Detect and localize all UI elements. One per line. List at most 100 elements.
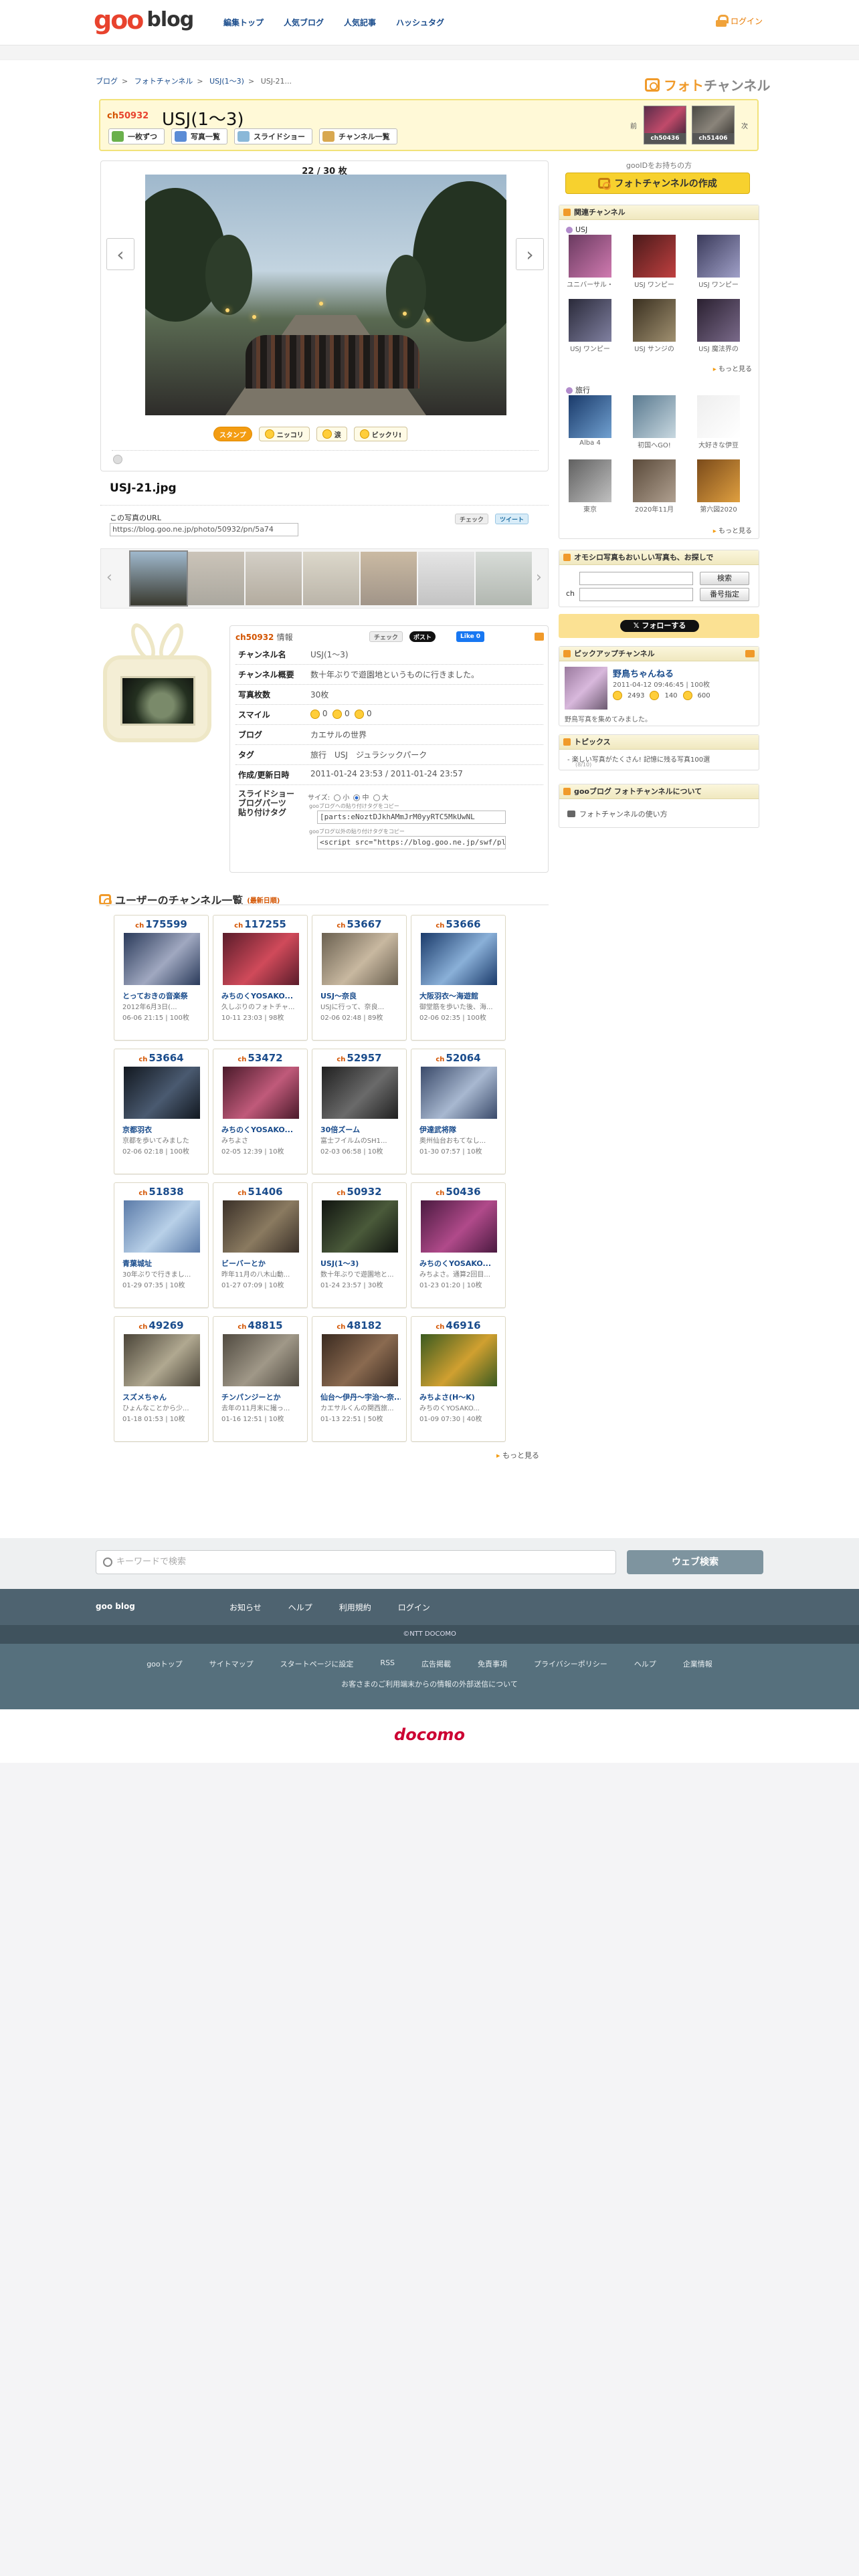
channel-title-link[interactable]: USJ(1〜3) [320, 1258, 401, 1269]
number-search-button[interactable]: 番号指定 [700, 588, 749, 601]
other-embed-tag-input[interactable]: <script src="https://blog.goo.ne.jp/swf/… [317, 836, 506, 849]
channel-thumb[interactable] [124, 933, 200, 985]
user-channel-card[interactable]: ch 48182 仙台〜伊丹〜宇治〜奈... カエサルくんの関西旅... 01-13 2… [312, 1316, 407, 1442]
channel-thumb[interactable] [421, 1334, 497, 1386]
related-channel-thumb[interactable]: ユニバーサル・ [566, 235, 614, 289]
user-channel-card[interactable]: ch 50932 USJ(1〜3) 数十年ぶりで遊園地と... 01-24 23:57 … [312, 1182, 407, 1308]
channel-cover-image[interactable] [120, 676, 195, 726]
channel-title-link[interactable]: みちよさ(H〜K) [419, 1392, 500, 1402]
breadcrumb-channel[interactable]: USJ(1〜3) [209, 77, 244, 86]
related-sub-usj[interactable]: USJ [566, 225, 587, 234]
blog-link[interactable]: カエサルの世界 [310, 730, 367, 740]
prev-channel-label[interactable]: 前 [629, 106, 638, 144]
footer-link[interactable]: スタートページに設定 [280, 1658, 354, 1669]
tweet-button[interactable]: ツイート [495, 514, 529, 524]
channel-title-link[interactable]: 30倍ズーム [320, 1124, 401, 1135]
create-channel-button[interactable]: フォトチャンネルの作成 [565, 173, 750, 194]
main-photo[interactable] [145, 175, 506, 415]
channel-thumb[interactable] [322, 1067, 398, 1119]
footer-external-info-link[interactable]: お客さまのご利用端末からの情報の外部送信について [0, 1679, 859, 1689]
user-channel-card[interactable]: ch 50436 みちのくYOSAKO... みちよさ。通算2回目... 01-23 0… [411, 1182, 506, 1308]
footer-news[interactable]: お知らせ [229, 1602, 262, 1613]
check-button[interactable]: チェック [455, 514, 489, 524]
user-channel-card[interactable]: ch 53667 USJ〜奈良 USJに行って、奈良... 02-06 02:48 | … [312, 915, 407, 1041]
twitter-follow-button[interactable]: 𝕏 フォローする [620, 620, 699, 632]
docomo-logo[interactable]: docomo [0, 1725, 859, 1744]
slideshow-button[interactable]: スライドショー [234, 128, 312, 144]
strip-thumb[interactable] [476, 552, 532, 605]
strip-thumb[interactable] [246, 552, 302, 605]
prev-photo-button[interactable]: ‹ [106, 238, 134, 270]
strip-thumb[interactable] [303, 552, 359, 605]
nav-hashtag[interactable]: ハッシュタグ [396, 17, 444, 28]
tag-list[interactable]: 旅行 USJ ジュラシックパーク [308, 745, 543, 764]
footer-link[interactable]: サイトマップ [209, 1658, 254, 1669]
user-channel-card[interactable]: ch 52064 伊達武将隊 奥州仙台おもてなし... 01-30 07:57 | 10… [411, 1049, 506, 1174]
next-channel-label[interactable]: 次 [740, 106, 749, 144]
strip-next-icon[interactable]: › [536, 569, 542, 586]
channel-title-link[interactable]: USJ〜奈良 [320, 990, 401, 1001]
info-check-button[interactable]: チェック [369, 631, 403, 642]
channel-title-link[interactable]: 伊達武将隊 [419, 1124, 500, 1135]
footer-link[interactable]: 企業情報 [683, 1658, 712, 1669]
nav-popular-article[interactable]: 人気記事 [344, 17, 376, 28]
strip-thumb[interactable] [129, 550, 188, 607]
goo-embed-tag-input[interactable]: [parts:eNoztDJkhAMmJrM0yyRTC5MkUwNL [317, 811, 506, 824]
strip-thumb[interactable] [188, 552, 244, 605]
channel-keyword-input[interactable] [579, 572, 693, 585]
channel-thumb[interactable] [421, 1200, 497, 1253]
channel-title-link[interactable]: とっておきの音楽祭 [122, 990, 203, 1001]
strip-prev-icon[interactable]: ‹ [106, 569, 112, 586]
channel-thumb[interactable] [322, 1200, 398, 1253]
footer-link[interactable]: ヘルプ [634, 1658, 656, 1669]
user-channel-card[interactable]: ch 46916 みちよさ(H〜K) みちのくYOSAKO... 01-09 07:30… [411, 1316, 506, 1442]
size-large-radio[interactable] [373, 794, 380, 801]
footer-link[interactable]: RSS [380, 1658, 395, 1669]
breadcrumb-photochannel[interactable]: フォトチャンネル [134, 77, 193, 86]
rss-icon[interactable] [745, 650, 755, 657]
nav-edit-top[interactable]: 編集トップ [223, 17, 264, 28]
related-travel-more[interactable]: もっと見る [713, 525, 752, 535]
nav-popular-blog[interactable]: 人気ブログ [284, 17, 324, 28]
footer-logo[interactable]: goo blog [96, 1602, 135, 1611]
channel-thumb[interactable] [124, 1067, 200, 1119]
pickup-channel-name[interactable]: 野鳥ちゃんねる [613, 667, 674, 679]
related-usj-more[interactable]: もっと見る [713, 363, 752, 373]
footer-link[interactable]: プライバシーポリシー [534, 1658, 607, 1669]
channel-thumb[interactable] [223, 1067, 299, 1119]
prev-channel-thumb[interactable]: ch50436 [644, 106, 686, 144]
related-channel-thumb[interactable]: Alba 4 [566, 395, 614, 447]
next-photo-button[interactable]: › [516, 238, 544, 270]
footer-help[interactable]: ヘルプ [288, 1602, 312, 1613]
strip-thumb[interactable] [418, 552, 474, 605]
channel-thumb[interactable] [223, 1334, 299, 1386]
channel-number-input[interactable] [579, 588, 693, 601]
related-channel-thumb[interactable]: USJ ワンピー [566, 299, 614, 353]
user-channel-card[interactable]: ch 49269 スズメちゃん ひょんなことから少... 01-18 01:53 | 1… [114, 1316, 209, 1442]
channel-thumb[interactable] [124, 1334, 200, 1386]
channel-thumb[interactable] [223, 933, 299, 985]
user-channel-card[interactable]: ch 51406 ビーバーとか 昨年11月の八木山動... 01-27 07:09 | … [213, 1182, 308, 1308]
photochannel-logo[interactable]: フォトチャンネル [645, 75, 770, 94]
pickup-thumb[interactable] [565, 667, 607, 710]
smile-stamp-button[interactable]: ニッコリ [258, 427, 310, 441]
related-channel-thumb[interactable]: 初国へGO! [630, 395, 678, 449]
channel-thumb[interactable] [322, 933, 398, 985]
channel-title-link[interactable]: みちのくYOSAKO... [419, 1258, 500, 1269]
related-sub-travel[interactable]: 旅行 [566, 385, 590, 395]
channel-title-link[interactable]: 京都羽衣 [122, 1124, 203, 1135]
channel-thumb[interactable] [223, 1200, 299, 1253]
related-channel-thumb[interactable]: USJ 魔法界の [694, 299, 743, 353]
channel-thumb[interactable] [322, 1334, 398, 1386]
strip-thumb[interactable] [361, 552, 417, 605]
tear-stamp-button[interactable]: 涙 [316, 427, 347, 441]
channel-list-button[interactable]: チャンネル一覧 [319, 128, 397, 144]
stamp-button[interactable]: スタンプ [213, 427, 252, 441]
photo-url-input[interactable]: https://blog.goo.ne.jp/photo/50932/pn/5a… [110, 523, 298, 536]
channel-title-link[interactable]: ビーバーとか [221, 1258, 302, 1269]
surprise-stamp-button[interactable]: ビックリ! [353, 427, 408, 441]
x-post-button[interactable]: ポスト [409, 631, 436, 642]
user-channel-card[interactable]: ch 48815 チンパンジーとか 去年の11月末に撮っ... 01-16 12:51 … [213, 1316, 308, 1442]
related-channel-thumb[interactable]: 第六図2020 [694, 459, 743, 514]
more-channels-link[interactable]: もっと見る [496, 1450, 539, 1461]
